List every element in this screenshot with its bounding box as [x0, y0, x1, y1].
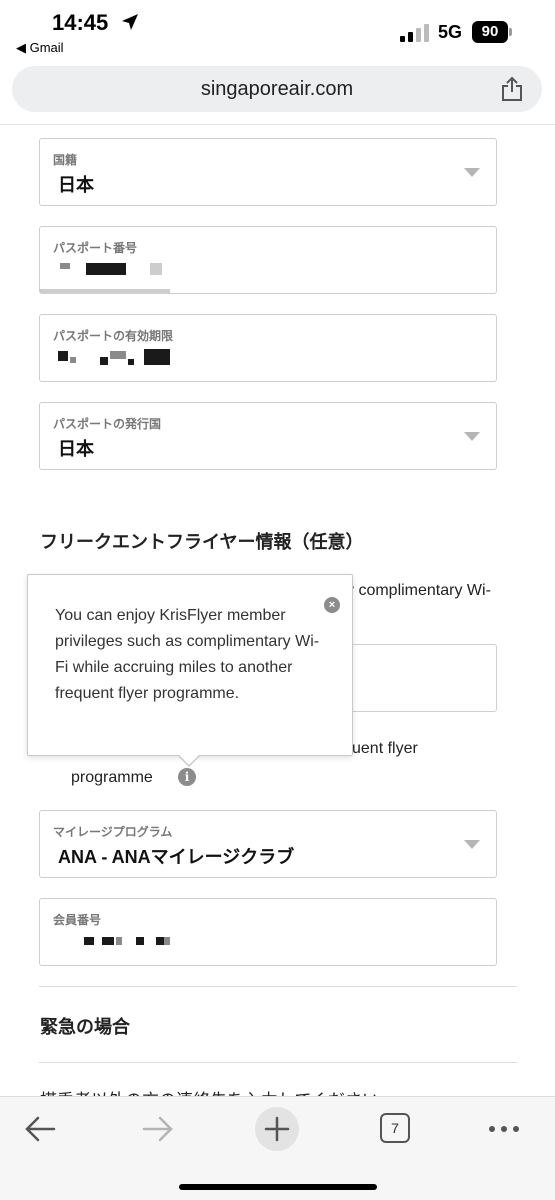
more-icon: [489, 1126, 519, 1132]
member-number-label: 会員番号: [53, 913, 102, 927]
passport-number-label: パスポート番号: [53, 241, 138, 255]
passport-expiry-field[interactable]: パスポートの有効期限: [39, 314, 497, 382]
tab-switcher-button[interactable]: 7: [380, 1113, 410, 1143]
redacted-value: [136, 937, 144, 945]
other-programme-option-text-2: programme: [71, 769, 153, 786]
frequent-flyer-title: フリークエントフライヤー情報（任意）: [40, 532, 364, 552]
url-text: singaporeair.com: [200, 78, 354, 100]
passport-number-field[interactable]: パスポート番号: [39, 226, 497, 294]
redacted-value: [58, 351, 68, 361]
chevron-down-icon: [464, 840, 480, 849]
plus-icon: [264, 1116, 290, 1142]
battery-icon: 90: [472, 21, 512, 43]
home-indicator: [179, 1184, 377, 1190]
network-type: 5G: [438, 22, 463, 42]
passport-country-select[interactable]: パスポートの発行国 日本: [39, 402, 497, 470]
redacted-value: [86, 263, 126, 275]
battery-level: 90: [472, 21, 508, 43]
redacted-value: [156, 937, 164, 945]
url-bar[interactable]: singaporeair.com: [12, 66, 542, 112]
redacted-value: [116, 937, 122, 945]
forward-button[interactable]: [136, 1109, 180, 1149]
frequent-flyer-description: y complimentary Wi-: [346, 582, 491, 599]
back-to-app-link[interactable]: ◀ Gmail: [16, 40, 64, 56]
redacted-value: [70, 357, 76, 363]
redacted-value: [40, 289, 170, 293]
chevron-down-icon: [464, 432, 480, 441]
arrow-right-icon: [142, 1116, 173, 1142]
arrow-left-icon: [25, 1116, 56, 1142]
close-icon[interactable]: ×: [324, 597, 340, 613]
passport-country-label: パスポートの発行国: [53, 417, 162, 431]
info-icon[interactable]: i: [178, 768, 196, 786]
redacted-value: [144, 349, 170, 365]
emergency-title: 緊急の場合: [40, 1017, 130, 1037]
mileage-program-label: マイレージプログラム: [53, 825, 173, 839]
other-programme-option-text: uent flyer: [352, 740, 418, 757]
divider: [39, 986, 517, 987]
info-tooltip: You can enjoy KrisFlyer member privilege…: [27, 574, 353, 767]
divider: [39, 1062, 517, 1063]
chevron-down-icon: [464, 168, 480, 177]
status-time: 14:45: [52, 10, 109, 35]
member-number-field[interactable]: 会員番号: [39, 898, 497, 966]
mileage-program-value: ANA - ANAマイレージクラブ: [58, 847, 295, 867]
more-menu-button[interactable]: [482, 1109, 526, 1149]
back-button[interactable]: [18, 1109, 62, 1149]
status-bar: 14:45 ◀ Gmail 5G 90: [0, 0, 555, 62]
redacted-value: [84, 937, 94, 945]
redacted-value: [100, 357, 108, 365]
cellular-signal-icon: [400, 24, 429, 42]
passport-expiry-label: パスポートの有効期限: [53, 329, 174, 343]
passport-country-value: 日本: [58, 439, 94, 459]
redacted-value: [150, 263, 162, 275]
redacted-value: [164, 937, 170, 945]
redacted-value: [110, 351, 126, 359]
redacted-value: [102, 937, 114, 945]
redacted-value: [128, 359, 134, 365]
location-arrow-icon: [122, 14, 138, 30]
new-tab-button[interactable]: [255, 1107, 299, 1151]
redacted-value: [60, 263, 70, 269]
nationality-label: 国籍: [53, 153, 78, 167]
mileage-program-select[interactable]: マイレージプログラム ANA - ANAマイレージクラブ: [39, 810, 497, 878]
divider: [0, 124, 555, 125]
tooltip-text: You can enjoy KrisFlyer member privilege…: [55, 607, 320, 702]
nationality-select[interactable]: 国籍 日本: [39, 138, 497, 206]
nationality-value: 日本: [58, 175, 94, 195]
share-icon[interactable]: [500, 76, 524, 102]
